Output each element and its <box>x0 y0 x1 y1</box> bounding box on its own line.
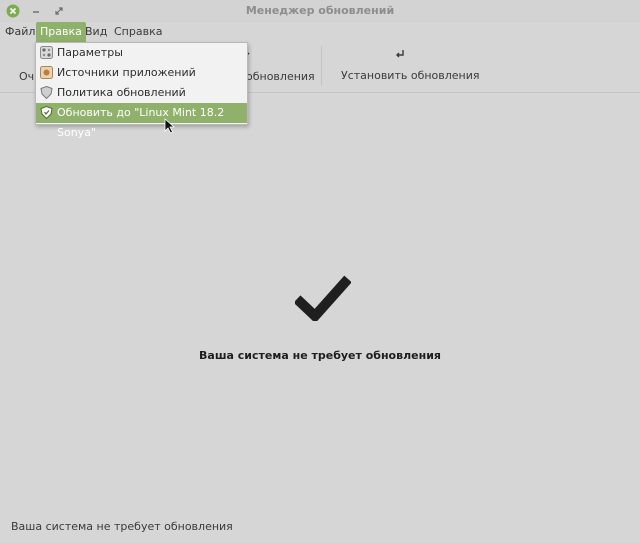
menu-item-label: Параметры <box>57 46 123 59</box>
menu-item-preferences[interactable]: Параметры <box>36 43 247 63</box>
menu-view[interactable]: Вид <box>85 22 107 42</box>
install-icon <box>341 48 459 63</box>
edit-menu-dropdown: Параметры Источники приложений Политика … <box>35 42 248 139</box>
shield-icon <box>40 85 53 100</box>
refresh-button[interactable]: обновления <box>246 70 315 83</box>
menu-edit[interactable]: Правка <box>36 22 86 42</box>
menu-item-label: Политика обновлений <box>57 86 186 99</box>
status-bar-text: Ваша система не требует обновления <box>11 520 233 533</box>
refresh-button-label: обновления <box>246 70 315 83</box>
menu-item-label: Обновить до "Linux Mint 18.2 Sonya" <box>57 106 225 139</box>
menu-item-software-sources[interactable]: Источники приложений <box>36 63 247 83</box>
mint-shield-icon <box>40 105 53 120</box>
main-content: Ваша система не требует обновления <box>0 93 640 513</box>
preferences-icon <box>40 46 53 59</box>
menu-bar: Файл Правка Вид Справка <box>0 22 640 42</box>
menu-item-upgrade-mint[interactable]: Обновить до "Linux Mint 18.2 Sonya" <box>36 103 247 139</box>
software-sources-icon <box>40 66 53 79</box>
menu-item-update-policy[interactable]: Политика обновлений <box>36 83 247 103</box>
checkmark-icon <box>293 275 352 324</box>
status-message: Ваша система не требует обновления <box>199 349 441 362</box>
install-button-label: Установить обновления <box>341 69 480 82</box>
menu-help[interactable]: Справка <box>114 22 162 42</box>
window-title: Менеджер обновлений <box>245 4 395 17</box>
toolbar-separator <box>321 46 322 86</box>
menu-item-label: Источники приложений <box>57 66 196 79</box>
mouse-cursor-icon <box>164 118 176 137</box>
title-bar: Менеджер обновлений <box>0 0 640 22</box>
install-button[interactable]: Установить обновления <box>341 48 480 82</box>
menu-file[interactable]: Файл <box>5 22 35 42</box>
